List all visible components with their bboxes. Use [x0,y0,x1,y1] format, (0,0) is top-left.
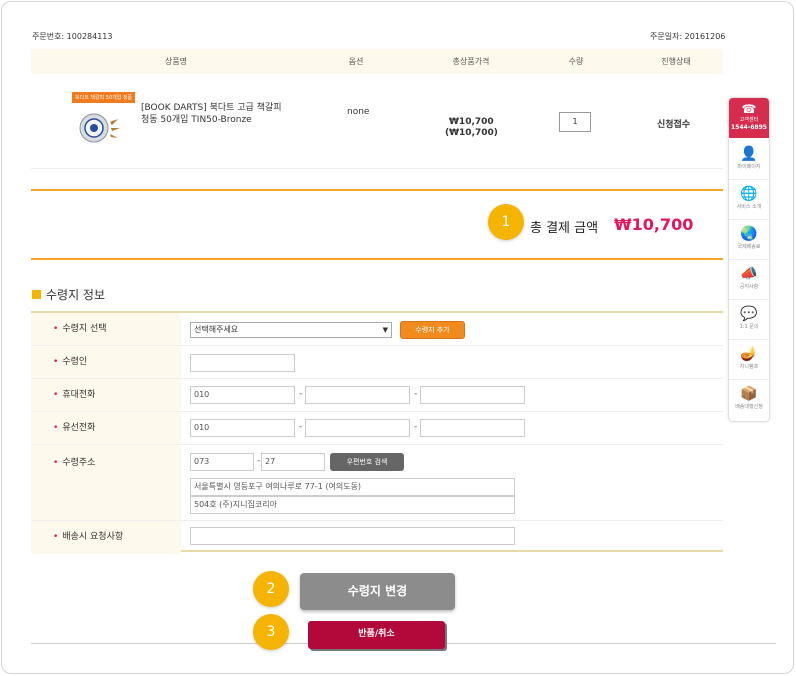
sidebar-item-shipping-fee[interactable]: 🌏 국제배송료 [729,220,769,260]
zipcode-input-2[interactable]: 27 [261,453,325,471]
product-price-sub: (₩10,700) [445,128,498,138]
phone-input-2[interactable] [305,419,410,437]
form-label: • 수령인 [31,346,181,378]
sidebar-item-service[interactable]: 🌐 서비스 소개 [729,180,769,220]
order-number: 주문번호: 100284113 [32,32,113,41]
product-image[interactable] [78,110,122,146]
form-label: • 유선전화 [31,412,181,444]
separator: - [414,389,418,399]
callout-2: 2 [253,571,289,607]
sidebar-item-delivery-request[interactable]: 📦 배송대행신청 [729,380,769,420]
form-label: • 휴대전화 [31,379,181,411]
form-row-memo: • 배송시 요청사항 [31,521,723,554]
user-icon: 👤 [740,146,758,162]
header-product: 상품명 [164,57,188,66]
table-row: 북다트 책갈피 50개입 정품 [BOOK DARTS] 북다트 고급 책갈피 … [31,74,723,169]
callout-1: 1 [488,204,524,240]
separator: - [299,422,303,432]
order-table-header: 상품명 옵션 총상품가격 수량 진행상태 [31,49,723,74]
required-star-icon: • [53,324,59,334]
recipient-form: • 수령지 선택 선택해주세요 ▼ 수령지 추가 • 수령인 • 휴대전화 010 - … [31,311,723,554]
section-title: 수령지 정보 [32,286,105,303]
sidebar-item-inquiry[interactable]: 💬 1:1 문의 [729,300,769,340]
divider [31,258,723,260]
quantity-field[interactable]: 1 [559,112,591,132]
separator: - [299,389,303,399]
form-row-select: • 수령지 선택 선택해주세요 ▼ 수령지 추가 [31,313,723,346]
chevron-down-icon: ▼ [382,326,388,334]
product-option: none [347,107,370,117]
phone-input-1[interactable]: 010 [190,419,295,437]
delivery-memo-input[interactable] [190,527,515,545]
globe-icon: 🌐 [740,186,758,202]
required-star-icon: • [53,357,59,367]
separator: - [257,456,261,466]
sidebar-item-notice[interactable]: 📣 공지사항 [729,260,769,300]
required-star-icon: • [53,458,59,468]
box-icon: 📦 [740,386,758,402]
form-row-mobile: • 휴대전화 010 - - [31,379,723,412]
form-row-name: • 수령인 [31,346,723,379]
address-line1-input[interactable]: 서울특별시 영등포구 여의나루로 77-1 (여의도동) [190,478,515,496]
product-badge: 북다트 책갈피 50개입 정품 [72,92,136,103]
change-recipient-button[interactable]: 수령지 변경 [300,573,455,610]
status-badge: 신청접수 [657,120,691,130]
total-label: 총 결제 금액 [530,221,599,236]
callout-3: 3 [253,614,289,650]
form-label: • 배송시 요청사항 [31,521,181,554]
quick-menu-sidebar: ☎ 고객센터 1544-6895 👤 마이페이지 🌐 서비스 소개 🌏 국제배송… [728,97,770,422]
form-label: • 수령주소 [31,445,181,520]
header-price: 총상품가격 [452,57,490,66]
zipcode-search-button[interactable]: 우편번호 검색 [330,453,404,471]
required-star-icon: • [53,532,59,542]
divider [31,189,723,191]
page-frame: 주문번호: 100284113 주문일자: 20161206 상품명 옵션 총상… [1,1,794,674]
product-name-line2[interactable]: 청동 50개입 TIN50-Bronze [141,112,252,125]
megaphone-icon: 📣 [740,266,758,282]
separator: - [414,422,418,432]
square-bullet-icon [32,290,41,299]
recipient-title: 수령지 정보 [46,288,106,302]
recipient-select[interactable]: 선택해주세요 ▼ [190,322,392,338]
mobile-input-2[interactable] [305,386,410,404]
mobile-input-1[interactable]: 010 [190,386,295,404]
product-price: ₩10,700 [449,117,494,127]
sidebar-item-mypage[interactable]: 👤 마이페이지 [729,140,769,180]
lamp-icon: 🪔 [740,346,758,362]
total-value: ₩10,700 [614,215,694,234]
header-option: 옵션 [348,57,364,66]
add-recipient-button[interactable]: 수령지 추가 [400,321,465,339]
recipient-name-input[interactable] [190,354,295,372]
header-quantity: 수량 [568,57,584,66]
phone-icon: ☎ [741,102,757,116]
customer-center-button[interactable]: ☎ 고객센터 1544-6895 [729,98,769,138]
globe-ship-icon: 🌏 [740,226,758,242]
form-row-phone: • 유선전화 010 - - [31,412,723,445]
order-date: 주문일자: 20161206 [650,32,726,41]
address-line2-input[interactable]: 504호 (주)지니집코리아 [190,496,515,514]
header-status: 진행상태 [661,57,691,66]
sidebar-item-lamp[interactable]: 🪔 지니램프 [729,340,769,380]
form-label: • 수령지 선택 [31,313,181,345]
mobile-input-3[interactable] [420,386,525,404]
zipcode-input-1[interactable]: 073 [190,453,254,471]
form-row-address: • 수령주소 073 - 27 우편번호 검색 서울특별시 영등포구 여의나루로 … [31,445,723,521]
required-star-icon: • [53,423,59,433]
chat-icon: 💬 [740,306,758,322]
phone-input-3[interactable] [420,419,525,437]
required-star-icon: • [53,390,59,400]
return-cancel-button[interactable]: 반품/취소 [308,621,445,649]
